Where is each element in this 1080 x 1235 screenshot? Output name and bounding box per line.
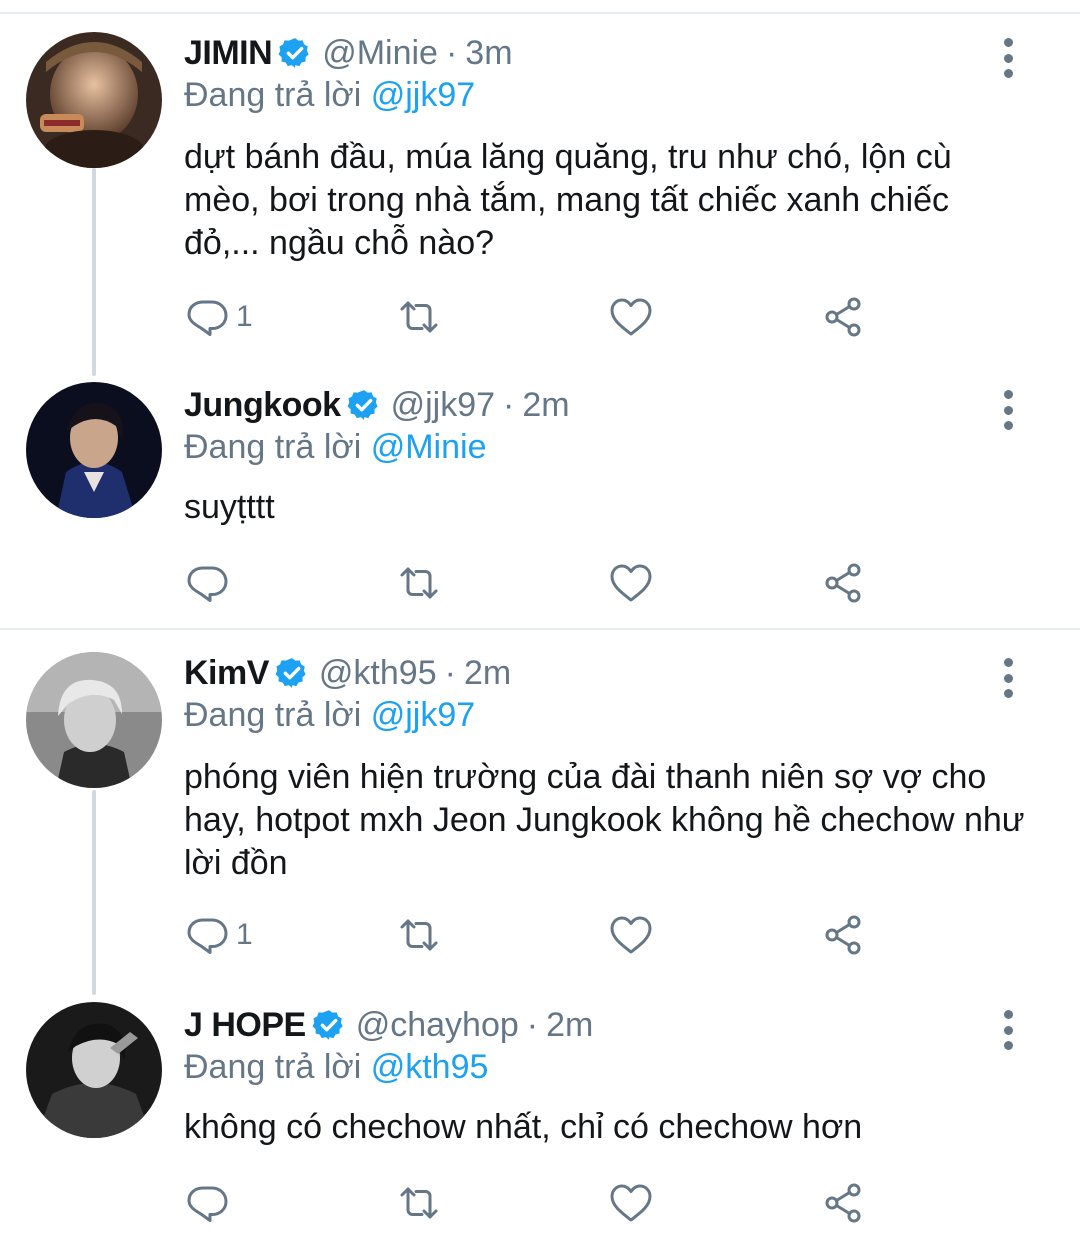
reply-button[interactable]: 1 [184, 912, 253, 958]
action-bar [184, 1180, 884, 1226]
share-button[interactable] [820, 294, 866, 340]
avatar[interactable] [26, 1002, 162, 1138]
verified-icon [278, 36, 312, 70]
tweet-header: J HOPE @chayhop · 2m [184, 1000, 593, 1050]
handle[interactable]: @kth95 [319, 654, 437, 693]
timestamp[interactable]: 2m [546, 1006, 593, 1045]
replying-to: Đang trả lời @kth95 [184, 1048, 488, 1087]
tweet-header: KimV @kth95 · 2m [184, 648, 511, 698]
action-bar [184, 560, 884, 606]
share-icon [820, 560, 866, 606]
verified-icon [347, 388, 381, 422]
separator-dot: · [444, 653, 456, 692]
retweet-button[interactable] [396, 560, 442, 606]
reply-mention[interactable]: @kth95 [371, 1048, 489, 1086]
share-button[interactable] [820, 912, 866, 958]
tweet[interactable]: KimV @kth95 · 2m Đang trả lời @jjk97 phó… [0, 648, 1080, 978]
like-button[interactable] [608, 560, 654, 606]
reply-button[interactable] [184, 560, 236, 606]
like-icon [608, 294, 654, 340]
more-icon[interactable] [998, 658, 1018, 698]
reply-icon [184, 294, 230, 340]
more-icon[interactable] [998, 390, 1018, 430]
handle[interactable]: @Minie [322, 34, 438, 73]
tweet-text: không có chechow nhất, chỉ có chechow hơ… [184, 1108, 863, 1146]
retweet-icon [396, 294, 442, 340]
timestamp[interactable]: 2m [522, 386, 569, 425]
handle[interactable]: @chayhop [356, 1006, 519, 1045]
share-button[interactable] [820, 1180, 866, 1226]
like-icon [608, 560, 654, 606]
reply-icon [184, 560, 230, 606]
handle[interactable]: @jjk97 [391, 386, 495, 425]
display-name[interactable]: Jungkook [184, 386, 341, 425]
display-name[interactable]: KimV [184, 654, 269, 693]
separator-dot: · [445, 33, 458, 72]
more-icon[interactable] [998, 38, 1018, 78]
tweet-text: phóng viên hiện trường của đài thanh niê… [184, 758, 1025, 882]
like-icon [608, 1180, 654, 1226]
verified-icon [275, 656, 309, 690]
avatar[interactable] [26, 382, 162, 518]
reply-button[interactable] [184, 1180, 236, 1226]
replying-to: Đang trả lời @jjk97 [184, 696, 475, 735]
share-button[interactable] [820, 560, 866, 606]
timestamp[interactable]: 3m [465, 34, 512, 73]
like-button[interactable] [608, 912, 654, 958]
like-button[interactable] [608, 294, 654, 340]
retweet-icon [396, 560, 442, 606]
reply-prefix: Đang trả lời [184, 696, 362, 734]
display-name[interactable]: J HOPE [184, 1006, 306, 1045]
retweet-icon [396, 912, 442, 958]
avatar[interactable] [26, 32, 162, 168]
replying-to: Đang trả lời @jjk97 [184, 76, 475, 115]
reply-button[interactable]: 1 [184, 294, 253, 340]
reply-mention[interactable]: @jjk97 [371, 696, 475, 734]
action-bar: 1 [184, 912, 884, 958]
reply-mention[interactable]: @Minie [371, 428, 487, 466]
reply-icon [184, 1180, 230, 1226]
like-icon [608, 912, 654, 958]
separator-dot: · [526, 1005, 539, 1044]
tweet-header: JIMIN @Minie · 3m [184, 28, 513, 78]
retweet-button[interactable] [396, 912, 442, 958]
share-icon [820, 294, 866, 340]
retweet-button[interactable] [396, 294, 442, 340]
action-bar: 1 [184, 294, 884, 340]
reply-icon [184, 912, 230, 958]
avatar[interactable] [26, 652, 162, 788]
reply-prefix: Đang trả lời [184, 76, 362, 114]
tweet-text: dựt bánh đầu, múa lăng quăng, tru như ch… [184, 138, 952, 262]
tweet[interactable]: Jungkook @jjk97 · 2m Đang trả lời @Minie… [0, 380, 1080, 620]
share-icon [820, 912, 866, 958]
display-name[interactable]: JIMIN [184, 34, 273, 73]
reply-count: 1 [236, 918, 253, 951]
top-divider [0, 12, 1080, 14]
tweet[interactable]: J HOPE @chayhop · 2m Đang trả lời @kth95… [0, 1000, 1080, 1235]
replying-to: Đang trả lời @Minie [184, 428, 486, 467]
reply-prefix: Đang trả lời [184, 428, 362, 466]
reply-mention[interactable]: @jjk97 [371, 76, 475, 114]
thread-divider [0, 628, 1080, 630]
timestamp[interactable]: 2m [464, 654, 511, 693]
retweet-button[interactable] [396, 1180, 442, 1226]
like-button[interactable] [608, 1180, 654, 1226]
verified-icon [312, 1008, 346, 1042]
tweet-header: Jungkook @jjk97 · 2m [184, 380, 570, 430]
tweet-text: suyṭttt [184, 488, 275, 526]
separator-dot: · [503, 385, 515, 424]
reply-count: 1 [236, 300, 253, 333]
retweet-icon [396, 1180, 442, 1226]
tweet[interactable]: JIMIN @Minie · 3m Đang trả lời @jjk97 dự… [0, 28, 1080, 358]
share-icon [820, 1180, 866, 1226]
reply-prefix: Đang trả lời [184, 1048, 362, 1086]
more-icon[interactable] [998, 1010, 1018, 1050]
